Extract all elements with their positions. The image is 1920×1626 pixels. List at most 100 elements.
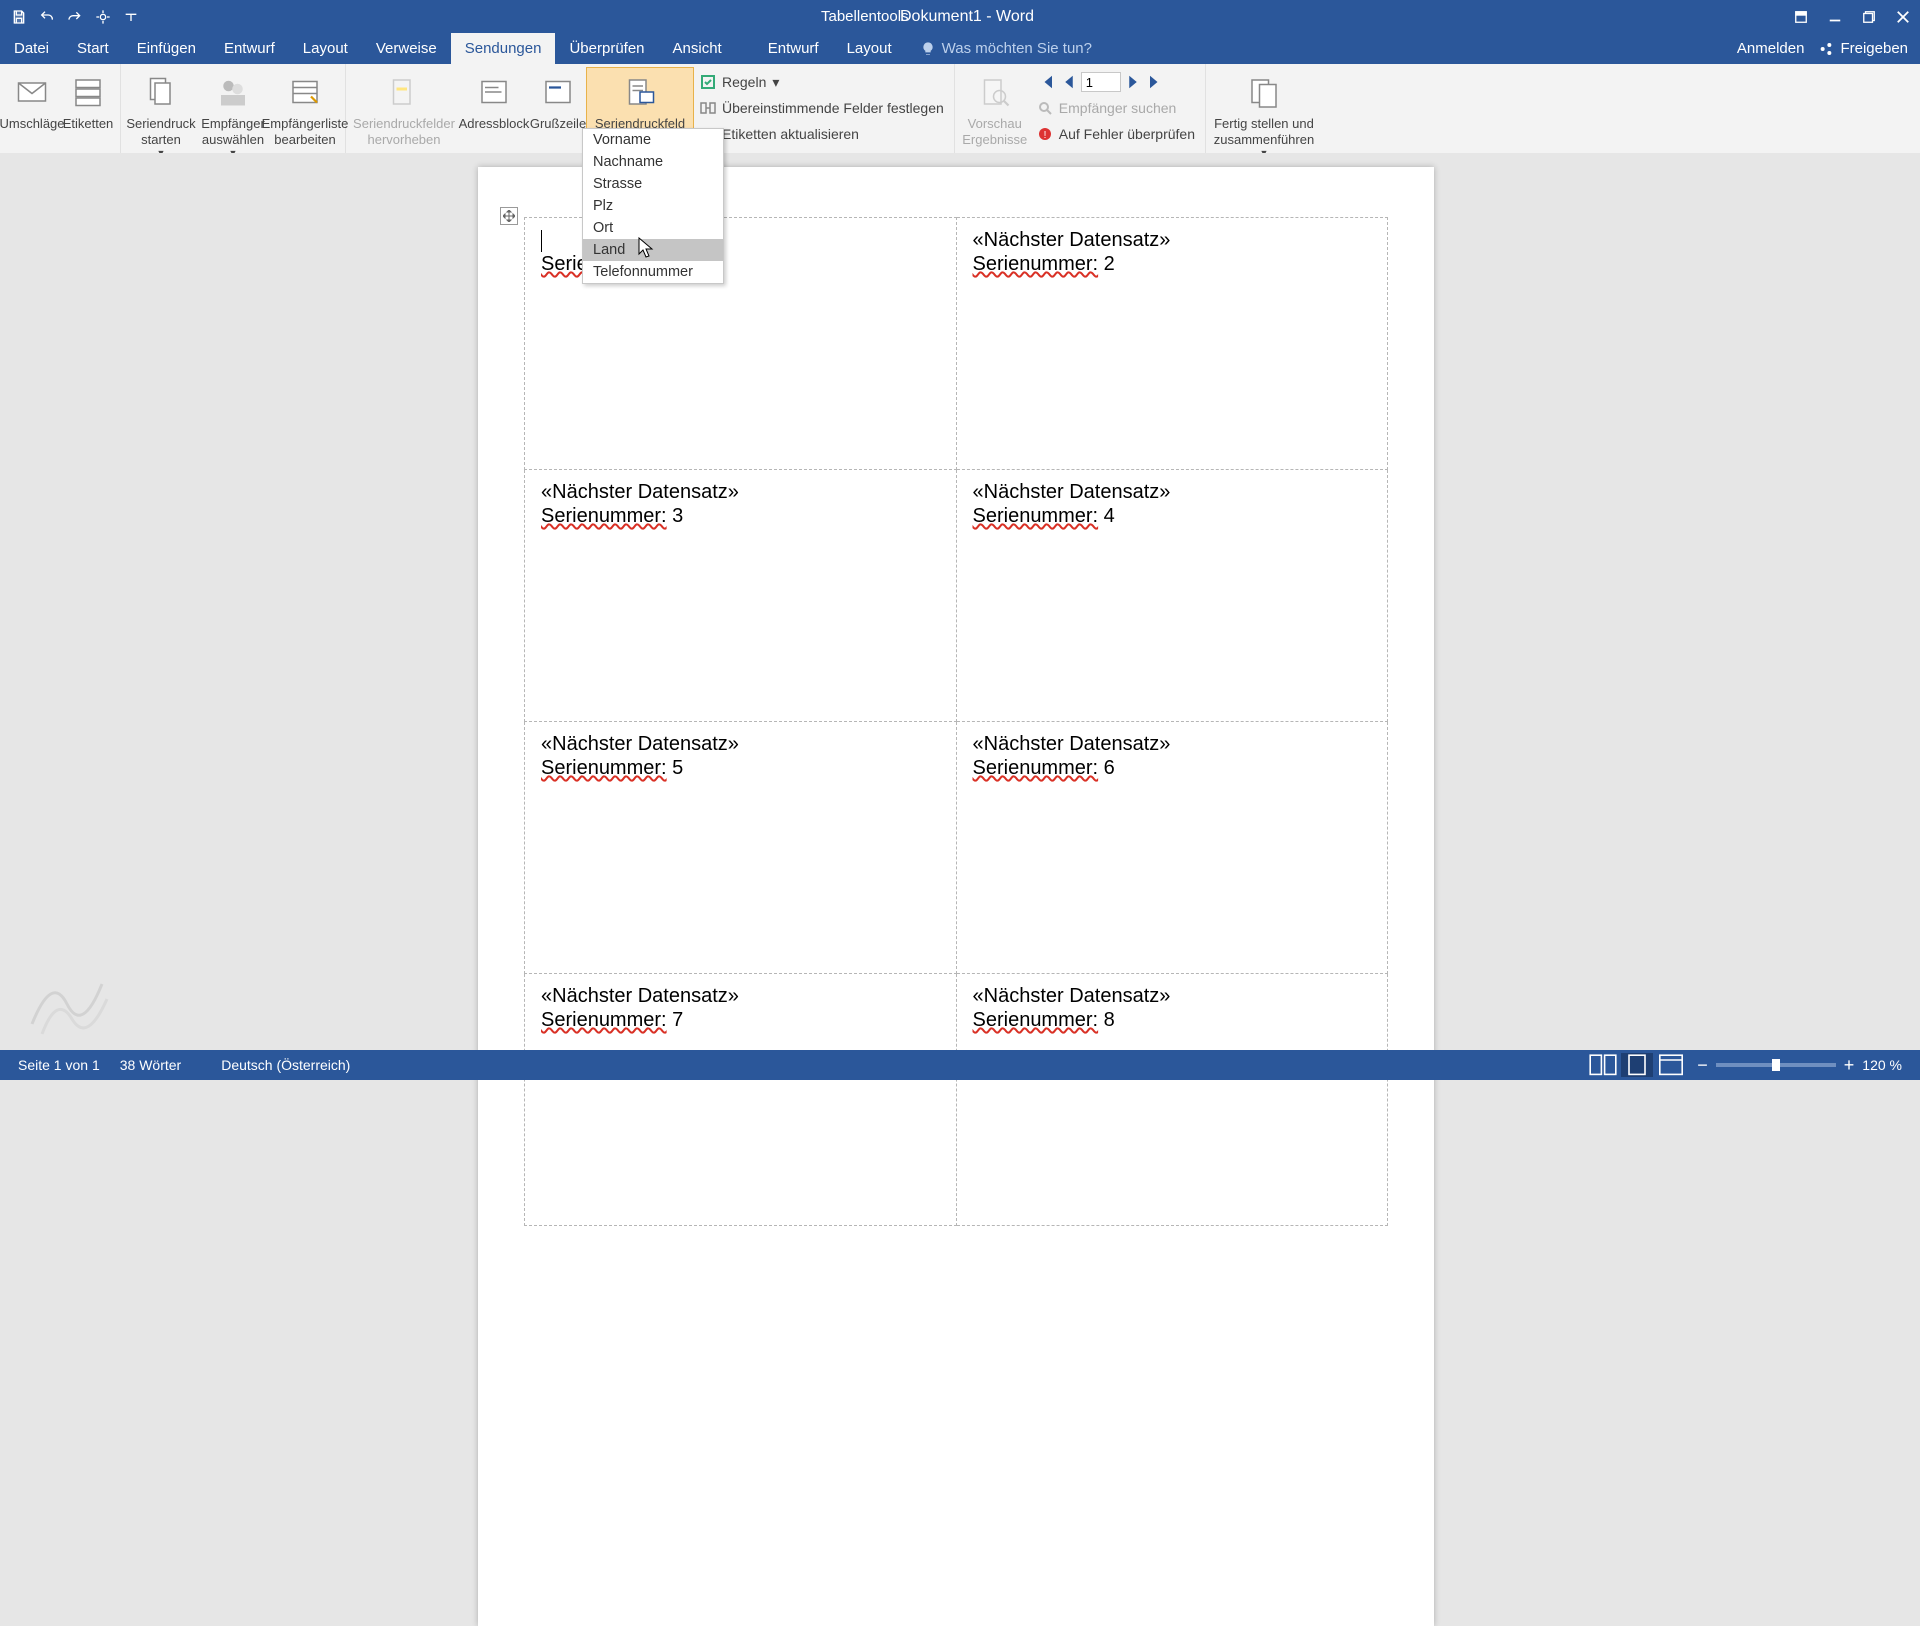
labels-button[interactable]: Etiketten	[60, 67, 116, 161]
chevron-down-icon: ▾	[772, 74, 779, 91]
label-cell-8[interactable]: «Nächster Datensatz» Serienummer: 8	[956, 974, 1388, 1226]
tab-table-layout[interactable]: Layout	[833, 33, 906, 64]
label-cell-2[interactable]: «Nächster Datensatz» Serienummer: 2	[956, 218, 1388, 470]
record-number-input[interactable]	[1081, 72, 1121, 92]
label-cell-5[interactable]: «Nächster Datensatz» Serienummer: 5	[525, 722, 957, 974]
qat-customize-button[interactable]	[118, 5, 144, 29]
watermark-logo	[22, 964, 112, 1044]
status-page[interactable]: Seite 1 von 1	[8, 1057, 110, 1073]
finish-icon	[1244, 72, 1284, 112]
redo-button[interactable]	[62, 5, 88, 29]
tell-me-search[interactable]: Was möchten Sie tun?	[906, 33, 1092, 64]
zoom-slider[interactable]	[1716, 1063, 1836, 1067]
field-item-vorname[interactable]: Vorname	[583, 129, 723, 151]
label-cell-6[interactable]: «Nächster Datensatz» Serienummer: 6	[956, 722, 1388, 974]
share-button[interactable]: Freigeben	[1818, 40, 1908, 57]
tab-review[interactable]: Überprüfen	[555, 33, 658, 64]
envelope-icon	[12, 72, 52, 112]
field-item-nachname[interactable]: Nachname	[583, 151, 723, 173]
edit-list-icon	[285, 72, 325, 112]
tab-references[interactable]: Verweise	[362, 33, 451, 64]
error-check-icon: !	[1037, 126, 1053, 142]
zoom-level[interactable]: 120 %	[1862, 1057, 1902, 1073]
lightbulb-icon	[920, 41, 936, 57]
field-item-ort[interactable]: Ort	[583, 217, 723, 239]
addressblock-button[interactable]: Adressblock	[458, 67, 530, 161]
record-navigation	[1031, 69, 1201, 95]
close-button[interactable]	[1886, 0, 1920, 33]
field-item-plz[interactable]: Plz	[583, 195, 723, 217]
status-bar: Seite 1 von 1 38 Wörter Deutsch (Österre…	[0, 1050, 1920, 1080]
label-cell-3[interactable]: «Nächster Datensatz» Serienummer: 3	[525, 470, 957, 722]
next-record-field: «Nächster Datensatz»	[541, 481, 739, 503]
cursor-icon	[638, 237, 656, 259]
save-button[interactable]	[6, 5, 32, 29]
table-move-handle[interactable]	[500, 207, 518, 225]
match-fields-button[interactable]: Übereinstimmende Felder festlegen	[694, 95, 950, 121]
greeting-icon	[538, 72, 578, 112]
update-labels-button[interactable]: Etiketten aktualisieren	[694, 121, 950, 147]
label-cell-7[interactable]: «Nächster Datensatz» Serienummer: 7	[525, 974, 957, 1226]
tab-home[interactable]: Start	[63, 33, 123, 64]
tell-me-placeholder: Was möchten Sie tun?	[942, 40, 1092, 57]
field-item-telefon[interactable]: Telefonnummer	[583, 261, 723, 283]
start-mailmerge-button[interactable]: Seriendruck starten▼	[125, 67, 197, 161]
last-record-button[interactable]	[1145, 72, 1165, 92]
view-read-button[interactable]	[1587, 1053, 1619, 1077]
touch-mode-button[interactable]	[90, 5, 116, 29]
serial-label: Serienummer:	[541, 505, 667, 527]
next-record-field: «Nächster Datensatz»	[541, 733, 739, 755]
document-area[interactable]: Serienu «Nächster Datensatz» Serienummer…	[0, 153, 1920, 1050]
find-recipient-button[interactable]: Empfänger suchen	[1031, 95, 1201, 121]
ribbon-display-options-button[interactable]	[1784, 0, 1818, 33]
search-icon	[1037, 100, 1053, 116]
prev-record-button[interactable]	[1059, 72, 1079, 92]
first-record-button[interactable]	[1037, 72, 1057, 92]
highlight-fields-button[interactable]: Seriendruckfelder hervorheben	[350, 67, 458, 161]
tab-table-design[interactable]: Entwurf	[754, 33, 833, 64]
next-record-field: «Nächster Datensatz»	[541, 985, 739, 1007]
next-record-field: «Nächster Datensatz»	[973, 229, 1171, 251]
undo-button[interactable]	[34, 5, 60, 29]
view-buttons	[1587, 1053, 1687, 1077]
envelopes-button[interactable]: Umschläge	[4, 67, 60, 161]
tab-view[interactable]: Ansicht	[659, 33, 736, 64]
tab-mailings[interactable]: Sendungen	[451, 33, 556, 64]
next-record-field: «Nächster Datensatz»	[973, 481, 1171, 503]
quick-access-toolbar	[0, 0, 150, 33]
zoom-in-button[interactable]: +	[1844, 1055, 1855, 1076]
view-web-button[interactable]	[1655, 1053, 1687, 1077]
text-cursor	[541, 230, 542, 252]
ribbon-tabs: Datei Start Einfügen Entwurf Layout Verw…	[0, 33, 1920, 64]
edit-recipients-button[interactable]: Empfängerliste bearbeiten	[269, 67, 341, 161]
serial-value: 4	[1098, 505, 1115, 527]
context-tab-title: Tabellentools	[805, 0, 925, 33]
ribbon-right: Anmelden Freigeben	[1737, 33, 1920, 64]
svg-text:!: !	[1043, 130, 1046, 141]
next-record-field: «Nächster Datensatz»	[973, 985, 1171, 1007]
serial-value: 8	[1098, 1009, 1115, 1031]
tab-insert[interactable]: Einfügen	[123, 33, 210, 64]
preview-icon	[975, 72, 1015, 112]
zoom-out-button[interactable]: −	[1697, 1055, 1708, 1076]
restore-button[interactable]	[1852, 0, 1886, 33]
tab-layout[interactable]: Layout	[289, 33, 362, 64]
next-record-field: «Nächster Datensatz»	[973, 733, 1171, 755]
tab-design[interactable]: Entwurf	[210, 33, 289, 64]
status-language[interactable]: Deutsch (Österreich)	[211, 1057, 360, 1073]
rules-icon	[700, 74, 716, 90]
finish-merge-button[interactable]: Fertig stellen und zusammenführen▼	[1210, 67, 1318, 161]
select-recipients-button[interactable]: Empfänger auswählen▼	[197, 67, 269, 161]
field-item-strasse[interactable]: Strasse	[583, 173, 723, 195]
minimize-button[interactable]	[1818, 0, 1852, 33]
status-wordcount[interactable]: 38 Wörter	[110, 1057, 191, 1073]
tab-file[interactable]: Datei	[0, 33, 63, 64]
greetingline-button[interactable]: Grußzeile	[530, 67, 586, 161]
signin-link[interactable]: Anmelden	[1737, 40, 1805, 57]
label-cell-4[interactable]: «Nächster Datensatz» Serienummer: 4	[956, 470, 1388, 722]
preview-results-button[interactable]: Vorschau Ergebnisse	[959, 67, 1031, 161]
next-record-button[interactable]	[1123, 72, 1143, 92]
view-print-button[interactable]	[1621, 1053, 1653, 1077]
check-errors-button[interactable]: ! Auf Fehler überprüfen	[1031, 121, 1201, 147]
rules-button[interactable]: Regeln ▾	[694, 69, 950, 95]
